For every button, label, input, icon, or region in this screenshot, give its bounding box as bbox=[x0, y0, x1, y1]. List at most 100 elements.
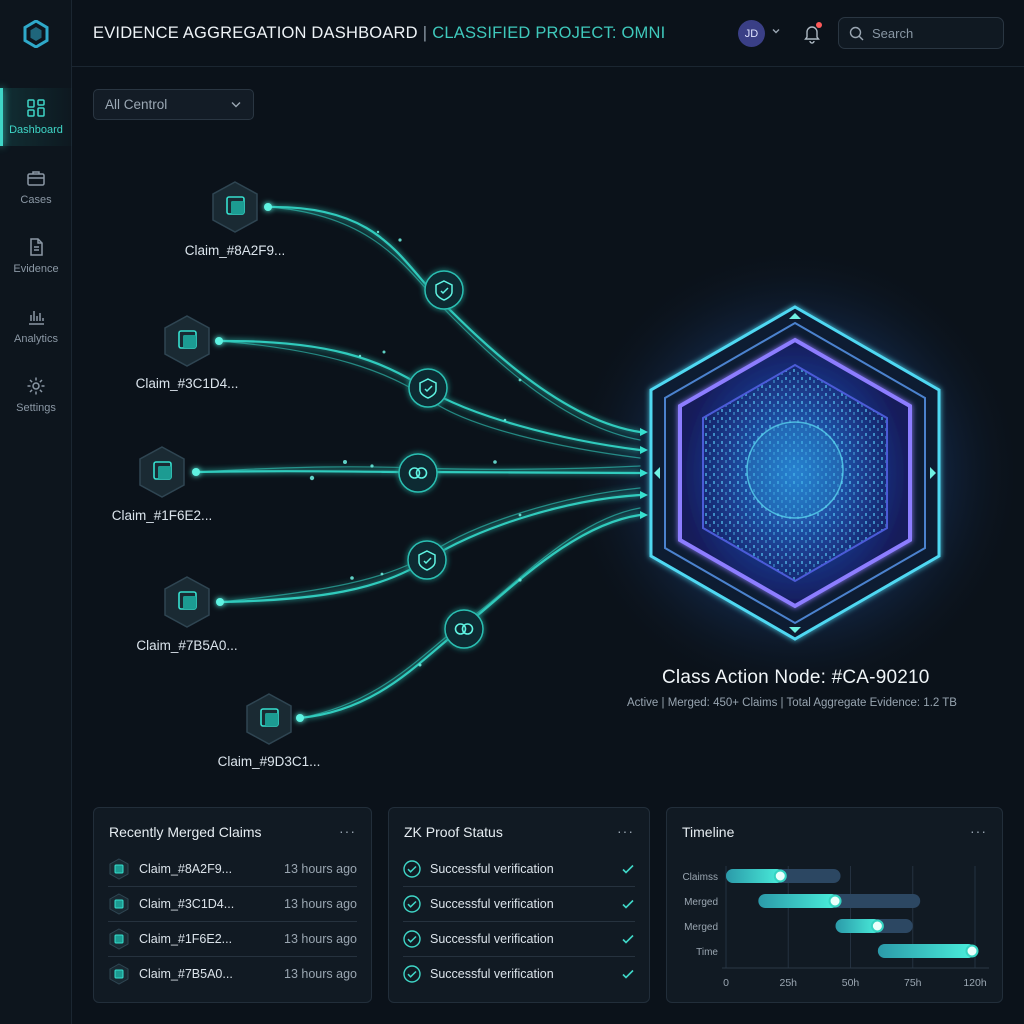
sidebar: Dashboard Cases Evidence Analytics Setti… bbox=[0, 0, 72, 1024]
claim-icon bbox=[109, 928, 129, 950]
claim-name: Claim_#3C1D4... bbox=[139, 897, 235, 911]
sidebar-item-label: Cases bbox=[20, 194, 52, 206]
sidebar-item-cases[interactable]: Cases bbox=[0, 158, 72, 216]
title-separator: | bbox=[422, 24, 428, 42]
sidebar-item-evidence[interactable]: Evidence bbox=[0, 227, 72, 285]
check-icon bbox=[622, 864, 634, 874]
claim-time: 13 hours ago bbox=[284, 861, 357, 876]
sidebar-item-label: Settings bbox=[16, 402, 56, 414]
claim-node-icon[interactable] bbox=[161, 314, 213, 368]
claim-node-icon[interactable] bbox=[161, 575, 213, 629]
x-tick-label: 0 bbox=[723, 977, 729, 989]
timeline-bar-progress bbox=[758, 894, 839, 908]
proof-status: Successful verification bbox=[430, 967, 554, 981]
y-category-label: Merged bbox=[684, 922, 718, 933]
search-box[interactable] bbox=[838, 17, 1004, 49]
timeline-bar-marker bbox=[773, 869, 787, 883]
list-item: Successful verification bbox=[403, 851, 635, 886]
y-category-label: Claimss bbox=[682, 872, 718, 883]
shield-check-icon bbox=[408, 368, 448, 408]
list-item: Successful verification bbox=[403, 956, 635, 991]
timeline-chart: 0 25h 50h 75h 120h Claimss Merged Merged Time bbox=[682, 866, 989, 989]
logo-icon bbox=[23, 20, 49, 48]
list-item[interactable]: Claim_#1F6E2... 13 hours ago bbox=[108, 921, 357, 956]
check-circle-icon bbox=[403, 930, 421, 948]
page-title: EVIDENCE AGGREGATION DASHBOARD | CLASSIFIE… bbox=[93, 24, 665, 43]
gear-icon bbox=[27, 377, 45, 395]
avatar[interactable]: JD bbox=[738, 20, 765, 47]
timeline-bar-progress bbox=[877, 944, 975, 958]
sidebar-item-label: Dashboard bbox=[9, 124, 63, 136]
proof-status: Successful verification bbox=[430, 932, 554, 946]
list-item[interactable]: Claim_#3C1D4... 13 hours ago bbox=[108, 886, 357, 921]
claim-time: 13 hours ago bbox=[284, 897, 357, 911]
list-item: Successful verification bbox=[403, 921, 635, 956]
timeline-panel: Timeline ··· 0 25h 50h 75h 120h Claimss Merged… bbox=[666, 807, 1003, 1003]
check-icon bbox=[622, 969, 634, 979]
claim-icon bbox=[109, 857, 129, 880]
claim-label[interactable]: Claim_#3C1D4... bbox=[136, 376, 239, 391]
more-menu-icon[interactable]: ··· bbox=[339, 823, 356, 839]
sidebar-item-dashboard[interactable]: Dashboard bbox=[0, 88, 72, 146]
claim-icon bbox=[109, 893, 129, 915]
claim-icon bbox=[109, 963, 129, 985]
filter-selected-value: All Centrol bbox=[105, 97, 168, 112]
claim-name: Claim_#1F6E2... bbox=[139, 932, 233, 946]
hub-glow bbox=[565, 243, 1024, 703]
list-item: Successful verification bbox=[403, 886, 635, 921]
page-title-project: CLASSIFIED PROJECT: OMNI bbox=[432, 24, 666, 42]
panel-title: ZK Proof Status bbox=[404, 824, 503, 840]
claim-node-icon[interactable] bbox=[136, 445, 188, 499]
check-icon bbox=[622, 899, 634, 909]
verification-nodes bbox=[398, 270, 484, 649]
link-icon bbox=[444, 609, 484, 649]
chevron-down-icon bbox=[231, 102, 241, 108]
panel-title: Recently Merged Claims bbox=[109, 824, 262, 840]
shield-check-icon bbox=[407, 540, 447, 580]
top-header: EVIDENCE AGGREGATION DASHBOARD | CLASSIFIE… bbox=[72, 0, 1024, 67]
claim-name: Claim_#8A2F9... bbox=[139, 861, 233, 876]
claim-label[interactable]: Claim_#8A2F9... bbox=[185, 243, 286, 258]
sidebar-item-label: Evidence bbox=[13, 263, 59, 275]
check-circle-icon bbox=[403, 859, 421, 878]
claim-time: 13 hours ago bbox=[284, 932, 357, 946]
sidebar-item-settings[interactable]: Settings bbox=[0, 366, 72, 424]
claim-label[interactable]: Claim_#1F6E2... bbox=[112, 508, 213, 523]
check-circle-icon bbox=[403, 895, 421, 913]
filter-dropdown[interactable]: All Centrol bbox=[93, 89, 254, 120]
hub-subtitle: Active | Merged: 450+ Claims | Total Agg… bbox=[627, 697, 957, 709]
check-icon bbox=[622, 934, 634, 944]
flow-lines bbox=[192, 203, 648, 722]
page-title-main: EVIDENCE AGGREGATION DASHBOARD bbox=[93, 24, 418, 42]
sidebar-item-analytics[interactable]: Analytics bbox=[0, 297, 72, 355]
claim-name: Claim_#7B5A0... bbox=[139, 967, 233, 981]
list-item[interactable]: Claim_#8A2F9... 13 hours ago bbox=[108, 851, 357, 886]
chevron-down-icon[interactable] bbox=[771, 26, 781, 36]
check-circle-icon bbox=[403, 965, 421, 983]
recent-claims-panel: Recently Merged Claims ··· Claim_#8A2F9.… bbox=[93, 807, 372, 1003]
search-icon bbox=[849, 26, 864, 40]
bar-chart-icon bbox=[29, 311, 44, 325]
timeline-bar-marker bbox=[870, 919, 884, 933]
more-menu-icon[interactable]: ··· bbox=[617, 823, 634, 839]
proof-status: Successful verification bbox=[430, 861, 554, 876]
claim-node-icon[interactable] bbox=[243, 692, 295, 746]
class-action-hub bbox=[649, 305, 941, 641]
claim-time: 13 hours ago bbox=[284, 967, 357, 981]
y-category-label: Time bbox=[696, 947, 718, 958]
y-category-label: Merged bbox=[684, 897, 718, 908]
claim-label[interactable]: Claim_#7B5A0... bbox=[136, 638, 237, 653]
claim-label[interactable]: Claim_#9D3C1... bbox=[218, 754, 321, 769]
search-input[interactable] bbox=[872, 25, 992, 41]
briefcase-icon bbox=[27, 171, 45, 186]
proof-status: Successful verification bbox=[430, 897, 554, 911]
timeline-bar-marker bbox=[965, 944, 979, 958]
x-tick-label: 120h bbox=[963, 977, 987, 989]
shield-check-icon bbox=[424, 270, 464, 310]
claim-node-icon[interactable] bbox=[209, 180, 261, 234]
document-icon bbox=[30, 238, 43, 256]
dashboard-icon bbox=[27, 99, 45, 117]
link-icon bbox=[398, 453, 438, 493]
list-item[interactable]: Claim_#7B5A0... 13 hours ago bbox=[108, 956, 357, 991]
hub-title: Class Action Node: #CA-90210 bbox=[662, 667, 930, 688]
